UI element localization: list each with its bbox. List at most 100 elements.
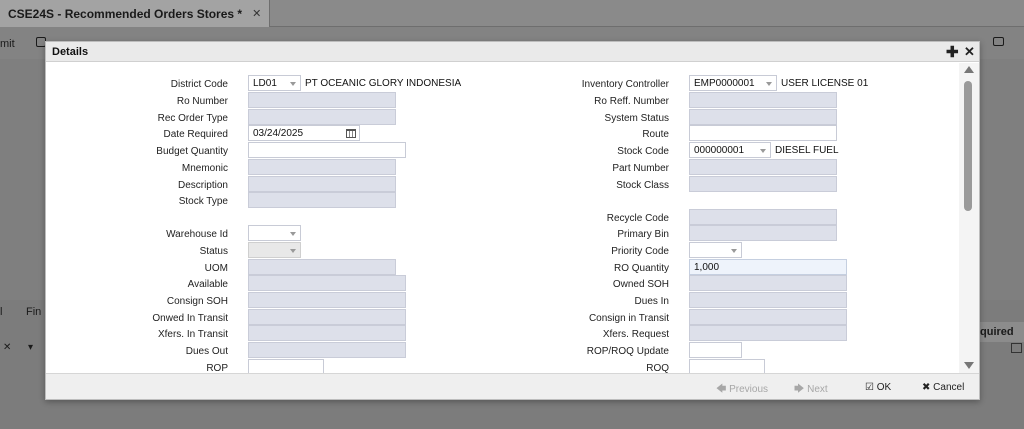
tab-close-icon[interactable]: ✕ [252,7,261,20]
route-label: Route [642,129,669,140]
xfers-in-transit-field[interactable] [248,325,406,341]
consign-soh-field[interactable] [248,292,406,308]
stock-code-description: DIESEL FUEL [775,145,839,156]
rec-order-type-label: Rec Order Type [157,113,228,124]
ro-number-field[interactable] [248,92,396,108]
route-field[interactable] [689,125,837,141]
budget-quantity-label: Budget Quantity [156,146,228,157]
roq-field[interactable] [689,359,765,373]
dialog-footer: 🡄 Previous 🡆 Next ☑ OK ✖ Cancel [46,373,979,399]
rop-label: ROP [206,363,228,373]
stock-code-label: Stock Code [617,146,669,157]
rop-field[interactable] [248,359,324,373]
stock-type-field[interactable] [248,192,396,208]
scroll-up-icon[interactable] [964,66,974,73]
previous-button[interactable]: 🡄 Previous [716,382,768,399]
system-status-field[interactable] [689,109,837,125]
calendar-icon[interactable] [1011,343,1022,353]
uom-label: UOM [204,263,228,274]
close-icon[interactable]: ✕ [964,44,975,60]
chevron-down-icon [731,249,737,253]
dialog-title: Details [52,46,89,58]
onwed-in-transit-field[interactable] [248,309,406,325]
mnemonic-label: Mnemonic [181,163,228,174]
vertical-scrollbar[interactable] [959,63,979,373]
budget-quantity-field[interactable] [248,142,406,158]
consign-in-transit-field[interactable] [689,309,847,325]
tab-title: CSE24S - Recommended Orders Stores * [8,6,243,21]
xfers-request-field[interactable] [689,325,847,341]
chevron-down-icon [766,82,772,86]
app-tab-bar: CSE24S - Recommended Orders Stores * ✕ [0,0,1024,27]
priority-code-label: Priority Code [611,246,669,257]
scroll-down-icon[interactable] [964,362,974,369]
ok-button[interactable]: ☑ OK [865,382,891,393]
recycle-code-field[interactable] [689,209,837,225]
scroll-thumb[interactable] [964,81,972,211]
stock-code-value: 000000001 [694,145,745,156]
consign-soh-label: Consign SOH [166,296,228,307]
rop-roq-update-field[interactable] [689,342,742,358]
district-code-description: PT OCEANIC GLORY INDONESIA [305,78,462,89]
filter-clear-icon[interactable]: ✕ [3,342,11,353]
dialog-header: Details ✚ ✕ [46,42,979,62]
system-status-label: System Status [604,113,669,124]
tab-recommended-orders[interactable]: CSE24S - Recommended Orders Stores * ✕ [0,0,271,27]
stock-code-select[interactable]: 000000001 [689,142,771,158]
warehouse-id-select[interactable] [248,225,301,241]
owned-soh-field[interactable] [689,275,847,291]
roq-label: ROQ [646,363,669,373]
description-label: Description [177,180,228,191]
cancel-button[interactable]: ✖ Cancel [922,382,964,393]
details-dialog: Details ✚ ✕ District Code LD01 PT OCEANI… [45,41,980,400]
dues-in-field[interactable] [689,292,847,308]
grid-filter: ✕ ▾ [0,341,44,355]
dues-in-label: Dues In [634,296,669,307]
primary-bin-field[interactable] [689,225,837,241]
submit-button[interactable]: mit [0,38,15,50]
warehouse-id-label: Warehouse Id [166,229,228,240]
date-required-label: Date Required [163,129,228,140]
inventory-controller-select[interactable]: EMP0000001 [689,75,777,91]
inventory-controller-value: EMP0000001 [694,78,755,89]
dialog-body: District Code LD01 PT OCEANIC GLORY INDO… [46,63,959,373]
filter-dropdown-icon[interactable]: ▾ [28,342,33,353]
chevron-down-icon [760,149,766,153]
dues-out-field[interactable] [248,342,406,358]
date-required-field[interactable]: 03/24/2025 [248,125,360,141]
available-label: Available [187,279,228,290]
status-select[interactable] [248,242,301,258]
chevron-down-icon [290,232,296,236]
owned-soh-label: Owned SOH [612,279,669,290]
xfers-in-transit-label: Xfers. In Transit [157,329,228,340]
chevron-down-icon [290,249,296,253]
recycle-code-label: Recycle Code [606,213,669,224]
ro-reff-number-field[interactable] [689,92,837,108]
district-code-select[interactable]: LD01 [248,75,301,91]
available-field[interactable] [248,275,406,291]
status-label: Status [199,246,228,257]
onwed-in-transit-label: Onwed In Transit [152,313,228,324]
date-required-value: 03/24/2025 [253,128,304,139]
dues-out-label: Dues Out [185,346,228,357]
xfers-request-label: Xfers. Request [602,329,669,340]
maximize-icon[interactable]: ✚ [946,43,959,61]
rec-order-type-field[interactable] [248,109,396,125]
part-number-field[interactable] [689,159,837,175]
ro-quantity-field[interactable]: 1,000 [689,259,847,275]
rop-roq-update-label: ROP/ROQ Update [586,346,669,357]
mnemonic-field[interactable] [248,159,396,175]
grid-column-header[interactable]: quired [980,322,1024,342]
description-field[interactable] [248,176,396,192]
stock-class-field[interactable] [689,176,837,192]
bottom-tab-1[interactable]: l [0,306,2,318]
calendar-icon[interactable] [346,129,356,138]
stock-class-label: Stock Class [616,180,669,191]
next-button[interactable]: 🡆 Next [794,382,828,399]
comment-icon[interactable] [993,37,1004,46]
bottom-tab-2[interactable]: Fin [26,306,41,318]
chevron-down-icon [290,82,296,86]
uom-field[interactable] [248,259,396,275]
inventory-controller-label: Inventory Controller [581,79,669,90]
priority-code-select[interactable] [689,242,742,258]
